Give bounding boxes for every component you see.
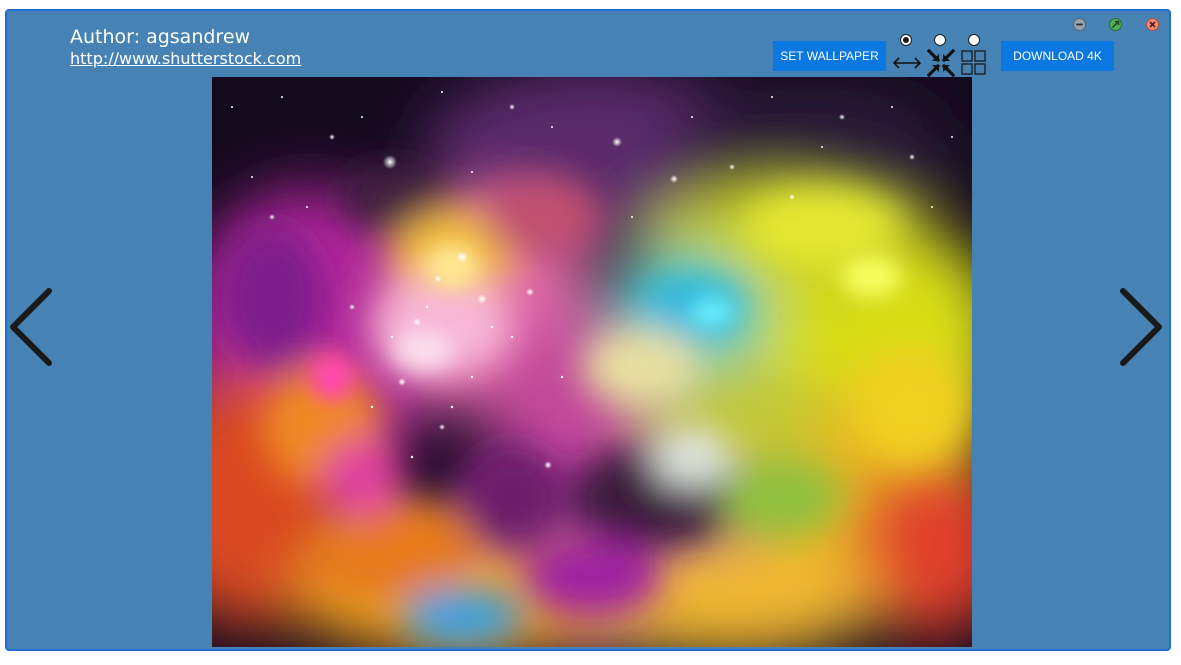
display-mode-radio-stretch[interactable] bbox=[900, 34, 912, 46]
colorful-nebula-image bbox=[212, 77, 972, 647]
fit-center-icon[interactable] bbox=[927, 49, 955, 77]
maximize-button[interactable] bbox=[1109, 18, 1122, 31]
wallpaper-preview-image bbox=[212, 77, 972, 647]
chevron-left-icon bbox=[10, 288, 52, 366]
author-source-link[interactable]: http://www.shutterstock.com bbox=[70, 49, 301, 68]
close-icon bbox=[1146, 18, 1159, 31]
stretch-horizontal-icon[interactable] bbox=[891, 55, 923, 71]
display-mode-radio-fit[interactable] bbox=[934, 34, 946, 46]
previous-arrow-button[interactable] bbox=[5, 285, 55, 369]
download-4k-button[interactable]: DOWNLOAD 4K bbox=[1001, 41, 1114, 71]
close-button[interactable] bbox=[1146, 18, 1159, 31]
next-arrow-button[interactable] bbox=[1117, 285, 1169, 369]
minimize-button[interactable] bbox=[1073, 18, 1086, 31]
radio-selected-dot bbox=[903, 37, 909, 43]
chevron-right-icon bbox=[1120, 288, 1162, 366]
display-mode-radio-tile[interactable] bbox=[968, 34, 980, 46]
maximize-icon bbox=[1109, 18, 1122, 31]
set-wallpaper-button[interactable]: SET WALLPAPER bbox=[773, 41, 886, 71]
author-label: Author: agsandrew bbox=[70, 26, 251, 48]
tile-grid-icon[interactable] bbox=[960, 49, 988, 77]
minimize-icon bbox=[1073, 18, 1086, 31]
wallpaper-viewer-window: Author: agsandrew http://www.shutterstoc… bbox=[5, 9, 1171, 651]
